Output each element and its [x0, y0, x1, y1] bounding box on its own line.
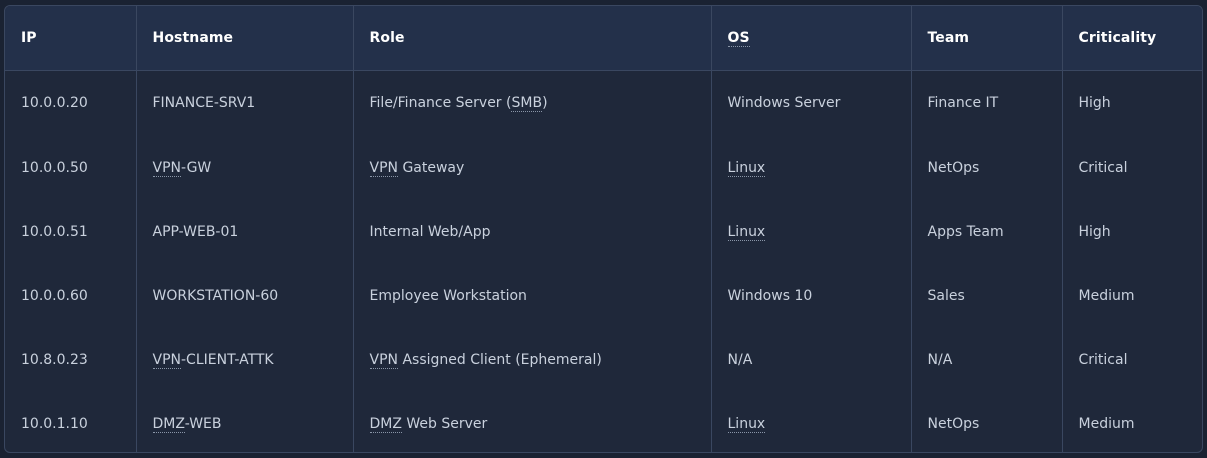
- ip-text: 10.8.0.23: [21, 352, 88, 368]
- role-text-pre: Employee Workstation: [369, 288, 527, 304]
- cell-role: Employee Workstation: [353, 264, 712, 328]
- hostname-abbr[interactable]: DMZ: [152, 416, 185, 433]
- role-abbr[interactable]: DMZ: [369, 416, 402, 433]
- criticality-text: High: [1078, 95, 1111, 112]
- cell-os: Windows 10: [711, 264, 912, 328]
- table-row: 10.8.0.23 VPN-CLIENT-ATTK VPN Assigned Cli…: [5, 328, 1202, 392]
- role-text-post: Web Server: [401, 416, 488, 432]
- role-text-pre: Internal Web/App: [369, 224, 491, 240]
- hostname-text: -CLIENT-ATTK: [181, 352, 274, 368]
- cell-ip: 10.0.0.60: [5, 264, 137, 328]
- cell-hostname: APP-WEB-01: [136, 200, 354, 264]
- os-text: Windows 10: [727, 288, 813, 304]
- ip-text: 10.0.0.51: [21, 224, 88, 240]
- table-row: 10.0.0.20 FINANCE-SRV1 File/Finance Server…: [5, 70, 1202, 136]
- cell-criticality: Medium: [1062, 264, 1202, 328]
- cell-ip: 10.0.1.10: [5, 392, 137, 452]
- cell-os: Linux: [711, 200, 912, 264]
- cell-hostname: WORKSTATION-60: [136, 264, 354, 328]
- header-os: OS: [711, 6, 912, 71]
- cell-os: Linux: [711, 392, 912, 452]
- team-text: NetOps: [927, 416, 980, 432]
- os-text: Windows Server: [727, 95, 841, 112]
- os-abbr[interactable]: Linux: [727, 160, 766, 177]
- cell-os: N/A: [711, 328, 912, 392]
- cell-role: Internal Web/App: [353, 200, 712, 264]
- cell-hostname: VPN-GW: [136, 136, 354, 200]
- cell-team: Sales: [911, 264, 1063, 328]
- cell-team: N/A: [911, 328, 1063, 392]
- header-hostname: Hostname: [136, 6, 354, 71]
- asset-table: IP Hostname Role OS Team Criticality 10.…: [5, 6, 1202, 452]
- cell-role: File/Finance Server (SMB): [353, 70, 712, 136]
- header-criticality: Criticality: [1062, 6, 1202, 71]
- cell-criticality: Critical: [1062, 328, 1202, 392]
- criticality-text: Medium: [1078, 416, 1135, 432]
- table-row: 10.0.0.51 APP-WEB-01 Internal Web/App Linux…: [5, 200, 1202, 264]
- header-team: Team: [911, 6, 1063, 71]
- ip-text: 10.0.0.20: [21, 95, 88, 112]
- team-text: Sales: [927, 288, 965, 304]
- criticality-text: Critical: [1078, 352, 1128, 368]
- table-header-row: IP Hostname Role OS Team Criticality: [5, 6, 1202, 71]
- cell-role: VPN Gateway: [353, 136, 712, 200]
- cell-hostname: FINANCE-SRV1: [136, 70, 354, 136]
- cell-criticality: High: [1062, 200, 1202, 264]
- hostname-abbr[interactable]: VPN: [152, 352, 181, 369]
- criticality-text: Medium: [1078, 288, 1135, 304]
- header-ip: IP: [5, 6, 137, 71]
- cell-role: VPN Assigned Client (Ephemeral): [353, 328, 712, 392]
- cell-team: Apps Team: [911, 200, 1063, 264]
- team-text: NetOps: [927, 160, 980, 176]
- hostname-abbr[interactable]: VPN: [152, 160, 181, 177]
- ip-text: 10.0.0.50: [21, 160, 88, 176]
- table-body: 10.0.0.20 FINANCE-SRV1 File/Finance Server…: [5, 70, 1202, 452]
- cell-ip: 10.8.0.23: [5, 328, 137, 392]
- cell-ip: 10.0.0.50: [5, 136, 137, 200]
- cell-criticality: High: [1062, 70, 1202, 136]
- hostname-text: WORKSTATION-60: [152, 288, 279, 304]
- cell-criticality: Critical: [1062, 136, 1202, 200]
- ip-text: 10.0.1.10: [21, 416, 88, 432]
- ip-text: 10.0.0.60: [21, 288, 88, 304]
- hostname-text: -GW: [181, 160, 212, 176]
- cell-hostname: DMZ-WEB: [136, 392, 354, 452]
- os-abbr[interactable]: OS: [727, 29, 750, 47]
- role-text-post: ): [542, 95, 548, 112]
- cell-os: Windows Server: [711, 70, 912, 136]
- role-text-post: Assigned Client (Ephemeral): [398, 352, 602, 368]
- hostname-text: FINANCE-SRV1: [152, 95, 256, 112]
- team-text: Apps Team: [927, 224, 1004, 240]
- os-abbr[interactable]: Linux: [727, 416, 766, 433]
- cell-team: NetOps: [911, 136, 1063, 200]
- os-text: N/A: [727, 352, 753, 368]
- role-abbr[interactable]: SMB: [511, 95, 543, 113]
- os-abbr[interactable]: Linux: [727, 224, 766, 241]
- hostname-text: -WEB: [184, 416, 222, 432]
- role-abbr[interactable]: VPN: [369, 160, 398, 177]
- asset-table-container: IP Hostname Role OS Team Criticality 10.…: [4, 5, 1203, 453]
- criticality-text: Critical: [1078, 160, 1128, 176]
- role-text-pre: File/Finance Server (: [369, 95, 512, 112]
- role-abbr[interactable]: VPN: [369, 352, 398, 369]
- cell-role: DMZ Web Server: [353, 392, 712, 452]
- team-text: Finance IT: [927, 95, 999, 112]
- cell-ip: 10.0.0.20: [5, 70, 137, 136]
- criticality-text: High: [1078, 224, 1111, 240]
- hostname-text: APP-WEB-01: [152, 224, 239, 240]
- cell-ip: 10.0.0.51: [5, 200, 137, 264]
- header-role: Role: [353, 6, 712, 71]
- table-row: 10.0.0.50 VPN-GW VPN Gateway Linux NetOps Cri…: [5, 136, 1202, 200]
- team-text: N/A: [927, 352, 953, 368]
- table-row: 10.0.0.60 WORKSTATION-60 Employee Workstat…: [5, 264, 1202, 328]
- cell-hostname: VPN-CLIENT-ATTK: [136, 328, 354, 392]
- cell-team: Finance IT: [911, 70, 1063, 136]
- cell-criticality: Medium: [1062, 392, 1202, 452]
- table-row: 10.0.1.10 DMZ-WEB DMZ Web Server Linux NetOp…: [5, 392, 1202, 452]
- cell-team: NetOps: [911, 392, 1063, 452]
- role-text-post: Gateway: [398, 160, 465, 176]
- cell-os: Linux: [711, 136, 912, 200]
